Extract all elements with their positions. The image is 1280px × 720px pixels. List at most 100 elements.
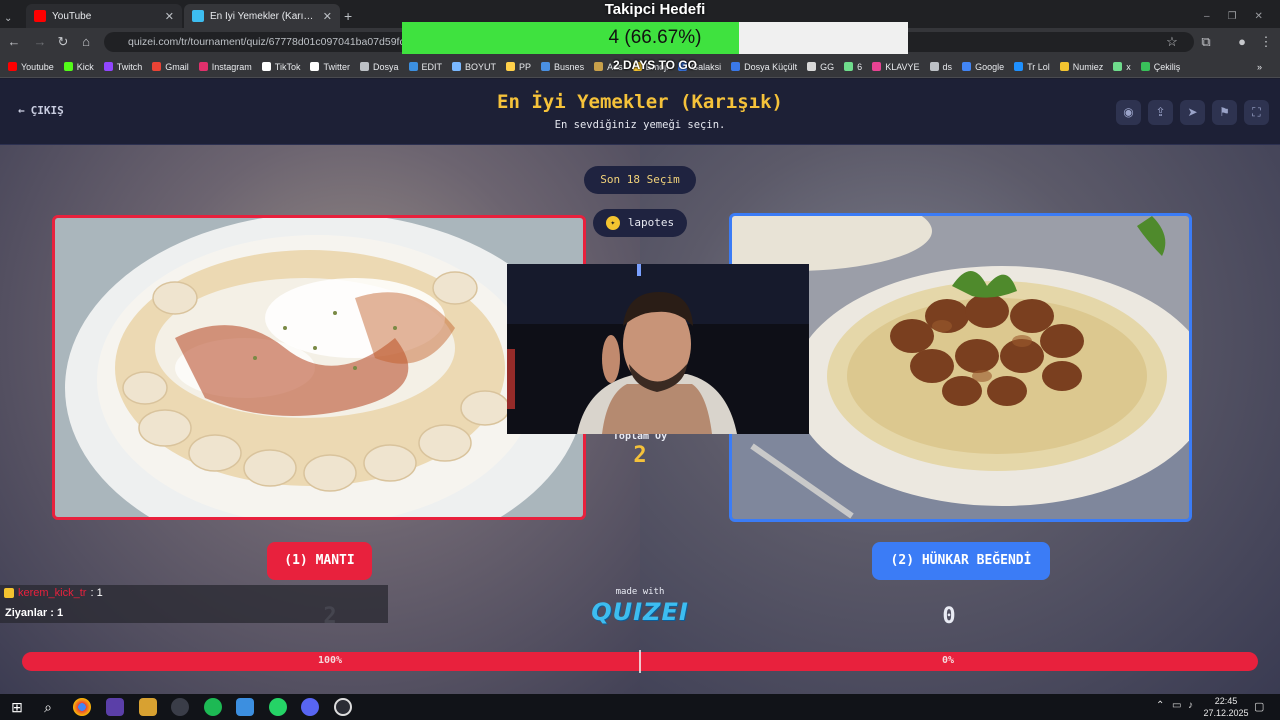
bookmark-icon <box>962 62 972 71</box>
close-icon[interactable]: ✕ <box>323 10 332 23</box>
bookmark-label: BOYUT <box>465 61 497 72</box>
home-icon[interactable]: ⌂ <box>78 34 94 50</box>
bookmark-icon <box>152 62 162 71</box>
follower-goal-title: Takipci Hedefi <box>604 1 706 18</box>
windows-start-icon[interactable]: ⊞ <box>8 698 26 716</box>
profile-avatar[interactable]: ● <box>1234 34 1250 50</box>
bookmark-icon <box>1140 62 1150 71</box>
manti-image <box>55 218 583 517</box>
clock-date[interactable]: 27.12.2025 <box>1198 708 1254 718</box>
whatsapp-icon[interactable] <box>269 698 287 716</box>
extensions-icon[interactable]: ⧉ <box>1198 34 1214 50</box>
tray-chevron-icon[interactable]: ⌃ <box>1156 700 1164 711</box>
bookmark-item[interactable]: Çekiliş <box>1140 62 1180 72</box>
bookmark-icon <box>8 62 17 71</box>
choice-button-right[interactable]: (2) HÜNKAR BEĞENDİ <box>872 542 1050 580</box>
bookmark-icon <box>103 62 113 71</box>
bookmark-item[interactable]: BOYUT <box>452 62 496 72</box>
youtube-icon <box>34 10 46 22</box>
clock-time[interactable]: 22:45 <box>1208 696 1244 706</box>
fullscreen-icon[interactable]: ⛶ <box>1244 100 1269 125</box>
tab-youtube[interactable]: YouTube ✕ <box>26 4 182 28</box>
chat-value: : 1 <box>90 587 103 599</box>
chat-line: kerem_kick_tr : 1 <box>4 587 103 599</box>
volume-icon[interactable]: ♪ <box>1188 700 1193 711</box>
app-icon-purple[interactable] <box>106 698 124 716</box>
bookmark-icon <box>198 62 208 71</box>
app-icon-blue[interactable] <box>236 698 254 716</box>
send-icon[interactable]: ➤ <box>1180 100 1205 125</box>
discord-icon[interactable] <box>301 698 319 716</box>
bookmark-item[interactable]: x <box>1113 62 1131 72</box>
flag-icon[interactable]: ⚑ <box>1212 100 1237 125</box>
follower-goal-text: 4 (66.67%) <box>608 27 702 48</box>
bookmarks-overflow-icon[interactable]: » <box>1257 62 1280 72</box>
bookmark-item[interactable]: Gmail <box>152 62 189 72</box>
eye-icon[interactable]: ◉ <box>1116 100 1141 125</box>
bookmark-item[interactable]: KLAVYE <box>872 61 920 72</box>
minimize-icon[interactable]: – <box>1204 11 1210 22</box>
bookmark-item[interactable]: 6 <box>844 62 862 72</box>
bookmark-star-icon[interactable]: ☆ <box>1164 34 1180 50</box>
menu-icon[interactable]: ⋮ <box>1258 34 1274 50</box>
chrome-icon[interactable] <box>73 698 91 716</box>
bookmark-icon <box>1014 62 1024 71</box>
tab-label: En İyi Yemekler (Karışık) – Tier Li <box>210 10 317 22</box>
close-icon[interactable]: ✕ <box>165 10 174 23</box>
bookmark-item[interactable]: TikTok <box>261 62 300 72</box>
bookmark-item[interactable]: Kick <box>63 62 94 72</box>
bookmark-item[interactable]: Twitch <box>103 61 143 72</box>
bookmark-item[interactable]: ds <box>929 62 952 72</box>
bookmark-label: Gmail <box>165 61 189 72</box>
forward-icon[interactable]: → <box>32 34 48 50</box>
reload-icon[interactable]: ↻ <box>55 34 71 50</box>
bookmark-icon <box>408 62 418 71</box>
media-player-icon[interactable] <box>334 698 352 716</box>
bookmark-label: KLAVYE <box>885 61 920 72</box>
user-pill: ✦ lapotes <box>593 209 687 237</box>
app-icon-gold[interactable] <box>139 698 157 716</box>
bookmark-item[interactable]: PP <box>506 62 531 72</box>
spotify-icon[interactable] <box>204 698 222 716</box>
bookmark-item[interactable]: GG <box>807 62 834 72</box>
bookmark-icon <box>872 62 882 71</box>
quizei-logo[interactable]: QUIZEI <box>580 598 700 626</box>
chat-username: kerem_kick_tr <box>18 587 87 599</box>
back-icon[interactable]: ← <box>6 34 22 50</box>
bookmark-icon <box>541 62 551 71</box>
share-icon[interactable]: ⇪ <box>1148 100 1173 125</box>
bookmark-label: Youtube <box>21 61 54 72</box>
bookmark-item[interactable]: Google <box>962 62 1004 72</box>
search-icon[interactable]: ⌕ <box>39 698 57 716</box>
bookmark-label: GG <box>820 61 835 72</box>
percent-right: 0% <box>941 655 955 666</box>
bookmark-item[interactable]: Twitter <box>310 62 350 72</box>
restore-icon[interactable]: ❐ <box>1228 11 1237 22</box>
network-icon[interactable]: ▭ <box>1172 700 1181 711</box>
tab-quizei[interactable]: En İyi Yemekler (Karışık) – Tier Li ✕ <box>184 4 340 28</box>
bookmark-item[interactable]: Tr Lol <box>1014 62 1050 72</box>
quizei-icon <box>192 10 204 22</box>
bookmark-item[interactable]: Numiez <box>1059 62 1103 72</box>
choice-card-left[interactable] <box>52 215 586 520</box>
last-choices-pill[interactable]: Son 18 Seçim <box>584 166 696 194</box>
bookmark-item[interactable]: EDIT <box>408 62 442 72</box>
obs-icon[interactable] <box>171 698 189 716</box>
bookmark-label: 6 <box>857 61 863 72</box>
bookmark-label: Dosya Küçült <box>744 61 798 72</box>
exit-button[interactable]: ← ÇIKIŞ <box>18 104 64 117</box>
bookmark-item[interactable]: Dosya <box>359 62 399 72</box>
bookmark-item[interactable]: Youtube <box>8 62 54 72</box>
tab-list-button[interactable]: ⌄ <box>4 6 16 30</box>
bookmark-item[interactable]: Instagram <box>198 62 252 72</box>
total-votes-value: 2 <box>633 443 647 468</box>
made-with-label: made with <box>615 587 665 597</box>
choice-button-left[interactable]: (1) MANTI <box>267 542 372 580</box>
new-tab-button[interactable]: + <box>344 4 360 28</box>
follower-goal-bar: 4 (66.67%) <box>402 22 908 54</box>
bookmark-icon <box>1113 62 1123 71</box>
streamer-webcam <box>507 264 809 434</box>
notifications-icon[interactable]: ▢ <box>1254 700 1264 713</box>
window-close-icon[interactable]: ✕ <box>1255 11 1263 22</box>
bookmark-label: Twitch <box>116 61 143 72</box>
